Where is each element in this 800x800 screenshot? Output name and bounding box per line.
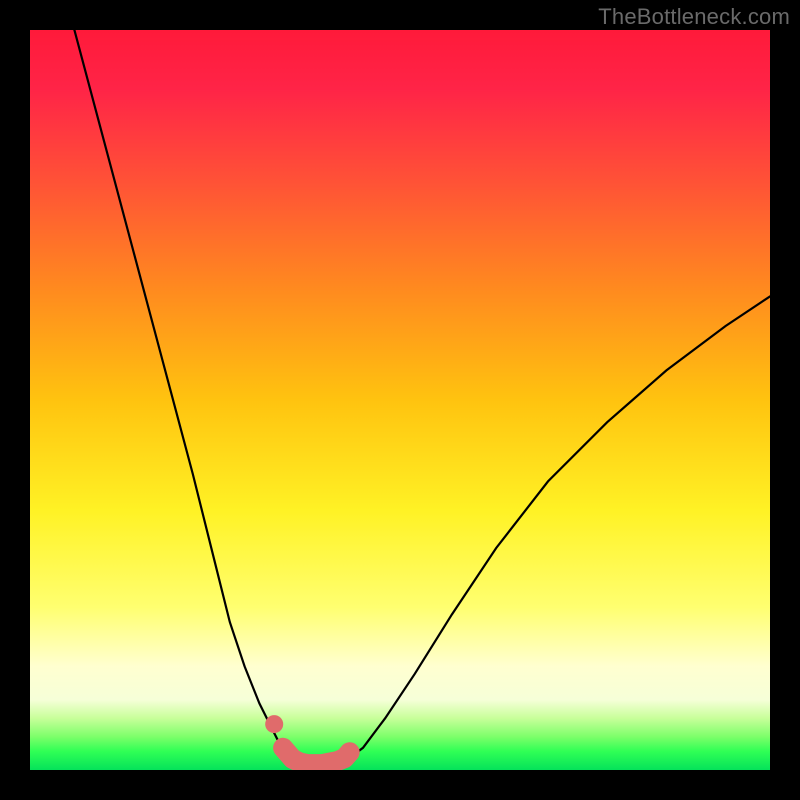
gradient-background xyxy=(30,30,770,770)
chart-frame: TheBottleneck.com xyxy=(0,0,800,800)
plot-svg xyxy=(30,30,770,770)
plot-area xyxy=(30,30,770,770)
watermark-label: TheBottleneck.com xyxy=(598,4,790,30)
marker-dot xyxy=(265,715,283,733)
